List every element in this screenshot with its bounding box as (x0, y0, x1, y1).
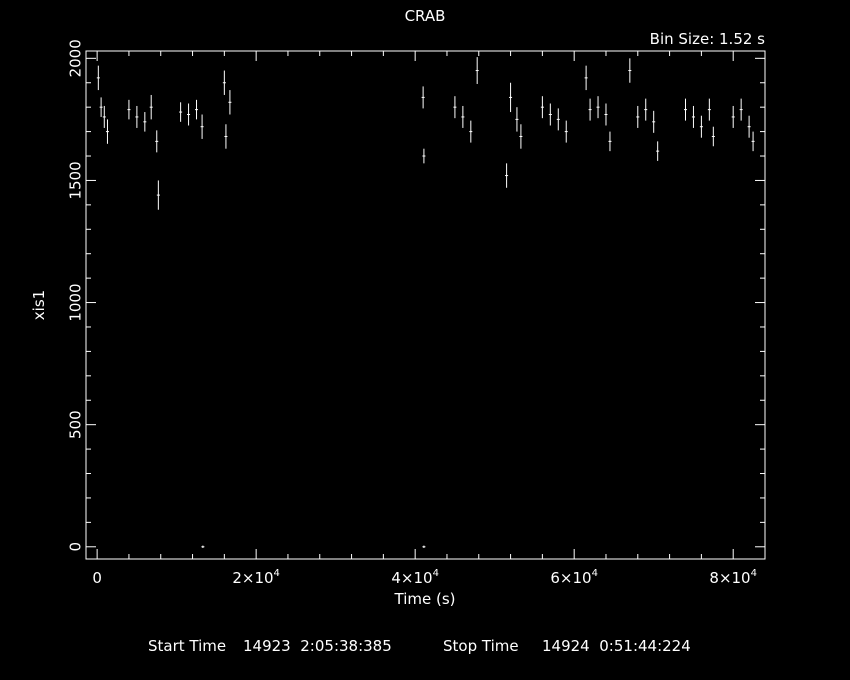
light-curve-chart: CRAB Bin Size: 1.52 s 0 500 1000 1500 2000 0… (30, 7, 766, 655)
y-tick-label: 1000 (66, 283, 84, 321)
start-time-label: Start Time (148, 637, 226, 655)
x-tick-label: 4×104 (391, 568, 439, 587)
y-tick-label: 1500 (66, 161, 84, 199)
chart-title: CRAB (405, 7, 446, 25)
start-time-value: 14923 2:05:38:385 (243, 637, 392, 655)
y-axis-ticks: 0 500 1000 1500 2000 (66, 39, 765, 552)
y-tick-label: 0 (66, 542, 84, 552)
x-tick-label: 0 (92, 569, 102, 587)
y-tick-label: 500 (66, 410, 84, 439)
data-points (96, 57, 755, 549)
y-axis-label: xis1 (30, 290, 48, 320)
y-tick-label: 2000 (66, 39, 84, 77)
x-tick-label: 6×104 (550, 568, 598, 587)
x-tick-label: 8×104 (709, 568, 757, 587)
plot-frame (85, 50, 766, 560)
x-axis-ticks: 0 2×104 4×104 6×104 8×104 (92, 51, 766, 587)
stop-time-value: 14924 0:51:44:224 (542, 637, 691, 655)
x-axis-label: Time (s) (394, 590, 456, 608)
x-tick-label: 2×104 (232, 568, 280, 587)
stop-time-label: Stop Time (443, 637, 519, 655)
bin-size-label: Bin Size: 1.52 s (650, 30, 766, 48)
